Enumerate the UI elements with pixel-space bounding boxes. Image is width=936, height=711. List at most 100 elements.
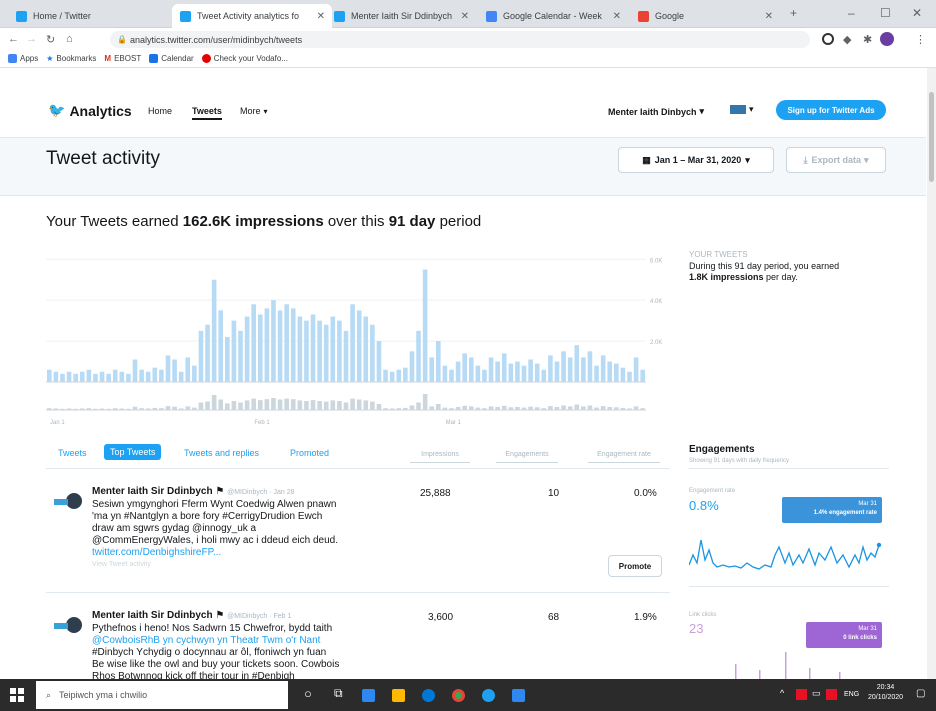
- browser-tab-3[interactable]: Menter Iaith Sir Ddinbych ✕: [326, 4, 476, 28]
- impressions-bar: [462, 353, 467, 382]
- extension-2-icon[interactable]: ◆: [843, 33, 851, 46]
- tab-promoted[interactable]: Promoted: [290, 448, 329, 458]
- nav-tweets[interactable]: Tweets: [192, 106, 222, 120]
- column-impressions[interactable]: Impressions: [410, 451, 470, 463]
- reload-icon[interactable]: ↻: [46, 33, 55, 46]
- author-avatar[interactable]: [52, 614, 86, 636]
- close-tab-icon[interactable]: ✕: [461, 11, 469, 22]
- tab-tweets-replies[interactable]: Tweets and replies: [184, 448, 259, 458]
- engagement-mini-bar: [594, 407, 599, 410]
- back-icon[interactable]: ←: [8, 33, 19, 45]
- maximize-icon[interactable]: ☐: [880, 6, 891, 20]
- export-data-button[interactable]: ⤓ Export data ▾: [786, 147, 886, 173]
- bookmark-calendar[interactable]: Calendar: [149, 54, 194, 63]
- minimize-icon[interactable]: –: [848, 6, 855, 20]
- analytics-brand[interactable]: 🐦 Analytics: [48, 102, 132, 119]
- tab-top-tweets[interactable]: Top Tweets: [104, 444, 162, 460]
- windows-start-icon[interactable]: [10, 688, 24, 702]
- file-explorer-icon[interactable]: [392, 689, 405, 702]
- browser-tab-5[interactable]: Google ✕: [630, 4, 780, 28]
- account-menu[interactable]: Menter Iaith Dinbych ▾: [608, 106, 704, 117]
- tab-tweets[interactable]: Tweets: [58, 448, 87, 458]
- engagement-mini-bar: [93, 408, 98, 410]
- scrollbar-thumb[interactable]: [929, 92, 934, 182]
- clock[interactable]: 20:34 20/10/2020: [868, 683, 903, 703]
- signup-ads-button[interactable]: Sign up for Twitter Ads: [776, 100, 886, 120]
- tweet-line: @CommEnergyWales, i holi mwy ac i ddeud …: [92, 535, 338, 546]
- author-avatar[interactable]: [52, 490, 86, 512]
- network-icon[interactable]: ▭: [812, 688, 821, 699]
- date-range-button[interactable]: ▦ Jan 1 – Mar 31, 2020 ▾: [618, 147, 774, 173]
- edge-icon[interactable]: [422, 689, 435, 702]
- twitter-icon: [180, 10, 191, 22]
- close-tab-icon[interactable]: ✕: [317, 11, 325, 22]
- browser-tab-bar: Home / Twitter✕ Tweet Activity analytics…: [0, 0, 936, 28]
- task-view-icon[interactable]: ⧉: [334, 686, 343, 701]
- cortana-icon[interactable]: ○: [304, 686, 312, 701]
- bookmark-bookmarks[interactable]: ★ Bookmarks: [46, 54, 96, 63]
- engagement-mini-bar: [165, 406, 171, 410]
- column-engagements[interactable]: Engagements: [496, 451, 558, 463]
- close-tab-icon[interactable]: ✕: [765, 11, 773, 22]
- view-tweet-activity-link[interactable]: View Tweet activity: [92, 559, 392, 571]
- avatar[interactable]: [880, 32, 894, 46]
- account-switch[interactable]: ▾: [730, 104, 754, 115]
- app-icon[interactable]: [482, 689, 495, 702]
- nav-more[interactable]: More ▾: [240, 106, 268, 116]
- impressions-bar: [383, 369, 388, 382]
- impressions-bar: [614, 363, 619, 382]
- tweet-row-2[interactable]: Menter Iaith Sir Ddinbych ⚑ @MIDinbych ·…: [92, 610, 392, 679]
- bookmark-ebost[interactable]: M EBOST: [104, 54, 141, 63]
- tweet-row-1[interactable]: Menter Iaith Sir Ddinbych ⚑ @MIDinbych ·…: [92, 486, 392, 571]
- tray-chevron-icon[interactable]: ^: [780, 688, 784, 698]
- taskbar-search[interactable]: ⌕ Teipiwch yma i chwilio: [36, 681, 288, 709]
- engagement-mini-bar: [442, 407, 448, 410]
- store-icon[interactable]: [512, 689, 525, 702]
- promote-button[interactable]: Promote: [608, 555, 662, 577]
- chrome-icon[interactable]: [452, 689, 465, 702]
- twitter-icon: [16, 10, 27, 22]
- home-icon[interactable]: ⌂: [66, 33, 73, 45]
- impressions-bar: [297, 316, 303, 382]
- impressions-bar: [119, 371, 125, 382]
- engagement-mini-bar: [251, 398, 256, 410]
- bookmark-apps[interactable]: Apps: [8, 54, 38, 63]
- new-tab-icon[interactable]: +: [790, 6, 797, 20]
- impressions-bar: [86, 369, 92, 382]
- browser-tab-1[interactable]: Home / Twitter✕: [8, 4, 186, 28]
- bookmark-vodafone[interactable]: Check your Vodafo...: [201, 54, 288, 63]
- mail-icon[interactable]: [362, 689, 375, 702]
- impressions-bar: [277, 310, 283, 382]
- engagement-mini-bar: [574, 404, 580, 410]
- engagement-mini-bar: [126, 408, 131, 410]
- puzzle-icon[interactable]: ✱: [863, 33, 872, 46]
- tweet-line: draw am sgwrs gydag @innogy_uk a: [92, 523, 257, 534]
- engagement-mini-bar: [561, 405, 566, 410]
- column-engagement-rate[interactable]: Engagement rate: [588, 451, 660, 463]
- tray-app-2-icon[interactable]: [826, 689, 837, 700]
- browser-tab-2[interactable]: Tweet Activity analytics fo ✕: [172, 4, 332, 28]
- start-tile: [18, 696, 24, 702]
- extension-icon[interactable]: [822, 33, 834, 45]
- close-tab-icon[interactable]: ✕: [613, 11, 621, 22]
- engagement-mini-bar: [132, 406, 138, 410]
- engagement-mini-bar: [548, 406, 553, 410]
- nav-home[interactable]: Home: [148, 106, 172, 116]
- engagement-mini-bar: [501, 405, 507, 410]
- window-close-icon[interactable]: ✕: [912, 6, 922, 20]
- engagement-mini-bar: [389, 408, 395, 410]
- impressions-bar: [350, 304, 355, 382]
- engagement-mini-bar: [488, 406, 494, 410]
- impressions-bar: [429, 357, 435, 382]
- engagement-mini-bar: [627, 408, 632, 410]
- impressions-bar: [436, 341, 441, 382]
- menu-icon[interactable]: ⋮: [915, 33, 926, 46]
- forward-icon[interactable]: →: [26, 33, 37, 45]
- tray-app-icon[interactable]: [796, 689, 807, 700]
- impressions-bar: [594, 365, 599, 382]
- notification-icon[interactable]: ▢: [916, 688, 925, 699]
- url-field[interactable]: 🔒 analytics.twitter.com/user/midinbych/tw…: [110, 31, 810, 48]
- tweet-link[interactable]: twitter.com/DenbighshireFP...: [92, 547, 392, 559]
- browser-tab-4[interactable]: Google Calendar - Week ✕: [478, 4, 628, 28]
- language-indicator[interactable]: ENG: [844, 691, 859, 698]
